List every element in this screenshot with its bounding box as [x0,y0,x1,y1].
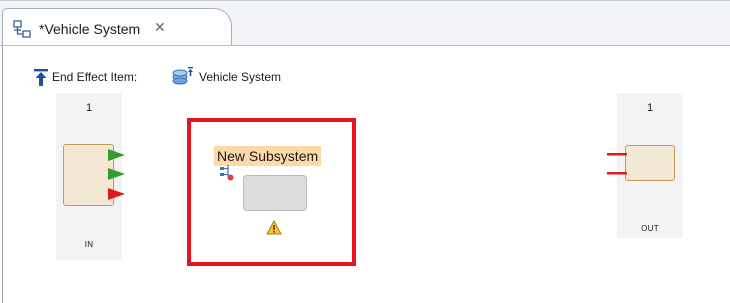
out-block-ports [607,153,627,175]
out-block-body[interactable] [625,145,675,181]
in-block-label: IN [84,240,94,249]
out-block-label: OUT [641,224,659,233]
end-effect-item-value: Vehicle System [199,70,282,84]
in-block-body[interactable] [63,144,114,206]
in-port-3[interactable] [108,188,125,200]
close-icon[interactable]: ✕ [154,20,166,34]
in-port-1[interactable] [108,149,125,161]
canvas-left-border [2,46,3,303]
tab-title: *Vehicle System [39,21,141,37]
in-block-ports [108,149,125,200]
system-icon [172,67,193,85]
arrow-up-bar-icon [34,69,48,86]
highlight-rectangle [187,118,356,266]
in-port-2[interactable] [108,168,125,180]
tab-strip-top-border [0,0,730,1]
end-effect-item-label: End Effect Item: [52,70,138,84]
out-port-2[interactable] [607,172,627,175]
out-port-1[interactable] [607,153,627,156]
diagram-icon [13,20,31,38]
tab-vehicle-system[interactable]: *Vehicle System ✕ [2,8,232,46]
editor-tab-strip: *Vehicle System ✕ [0,0,730,46]
out-block-number: 1 [646,102,654,114]
in-block-number: 1 [85,102,93,114]
